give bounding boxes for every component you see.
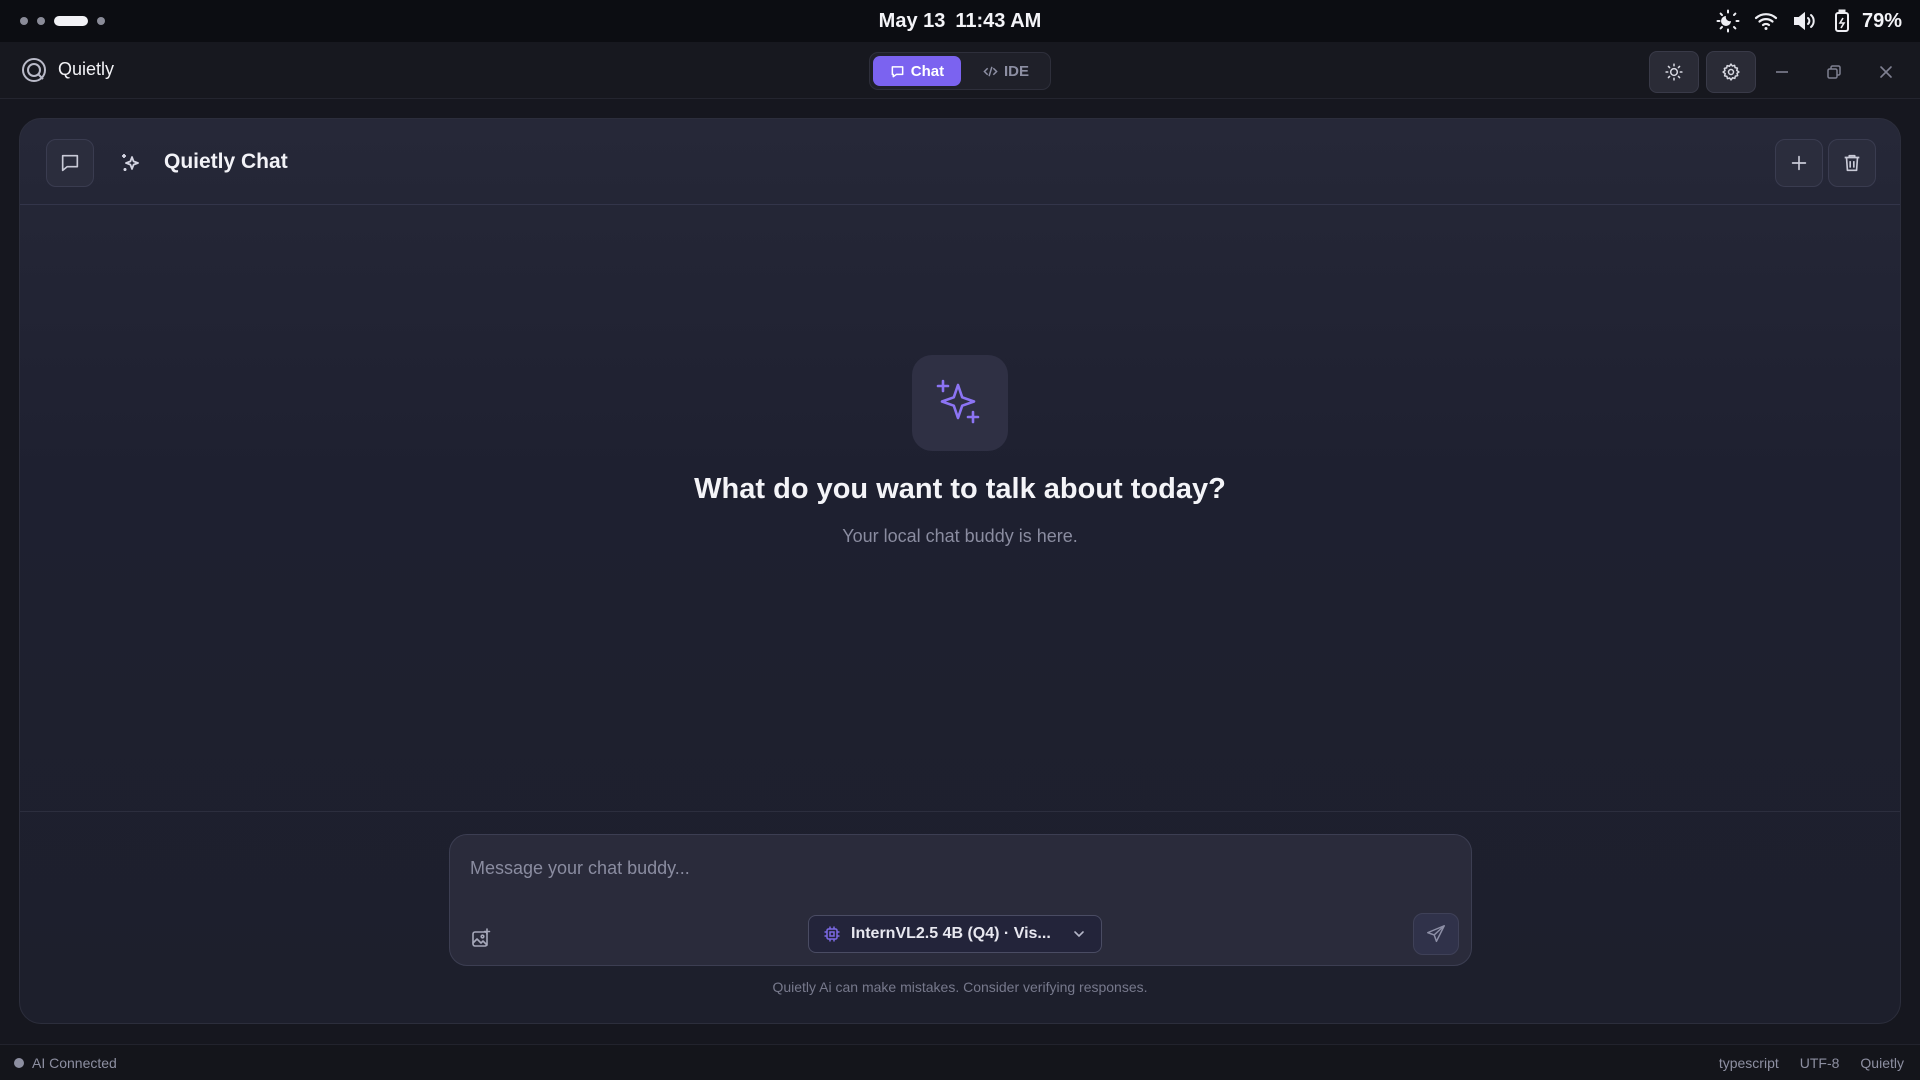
attach-image-icon[interactable] — [470, 927, 492, 949]
theme-toggle-button[interactable] — [1649, 51, 1699, 93]
workspace-dot[interactable] — [97, 17, 105, 25]
app-indicator: Quietly — [1860, 1054, 1904, 1071]
empty-state: What do you want to talk about today? Yo… — [20, 355, 1900, 547]
workspace-indicator[interactable] — [20, 0, 105, 42]
workspace-active[interactable] — [54, 16, 88, 26]
close-icon — [1880, 66, 1892, 78]
cpu-icon — [824, 926, 840, 942]
workspace-dot[interactable] — [37, 17, 45, 25]
app-title-bar: Quietly Chat IDE — [0, 42, 1920, 99]
minimize-button[interactable] — [1762, 51, 1802, 93]
connection-status: AI Connected — [14, 1055, 117, 1071]
tab-ide-label: IDE — [1003, 62, 1029, 80]
mode-toggle: Chat IDE — [869, 52, 1051, 90]
battery-icon[interactable] — [1830, 9, 1854, 33]
empty-state-subtitle: Your local chat buddy is here. — [842, 526, 1078, 546]
delete-chat-button[interactable] — [1828, 139, 1876, 187]
connection-label: AI Connected — [32, 1054, 117, 1071]
sun-icon — [1665, 63, 1683, 81]
workspace-dot[interactable] — [20, 17, 28, 25]
os-time[interactable]: 11:43 AM — [955, 10, 1041, 33]
os-date[interactable]: May 13 — [879, 10, 946, 33]
status-dot — [14, 1057, 24, 1068]
status-bar: AI Connected typescript UTF-8 Quietly — [0, 1044, 1920, 1080]
conversations-button[interactable] — [46, 139, 94, 187]
model-selector[interactable]: InternVL2.5 4B (Q4) · Vis... — [808, 915, 1102, 953]
tab-chat[interactable]: Chat — [873, 56, 961, 86]
divider — [20, 811, 1900, 812]
message-square-icon — [61, 154, 79, 172]
minimize-icon — [1776, 71, 1788, 73]
night-light-icon[interactable] — [1716, 9, 1740, 33]
chat-panel: Quietly Chat What do you want to talk ab… — [19, 118, 1901, 1024]
status-right: typescript UTF-8 Quietly — [1719, 1055, 1904, 1071]
chat-header: Quietly Chat — [20, 119, 1900, 205]
chat-icon — [891, 65, 904, 77]
system-tray: 79% — [1716, 0, 1902, 42]
disclaimer-text: Quietly Ai can make mistakes. Consider v… — [772, 979, 1148, 995]
tab-ide[interactable]: IDE — [965, 56, 1047, 86]
send-button[interactable] — [1413, 913, 1459, 955]
chevron-down-icon — [1074, 931, 1084, 938]
encoding-indicator[interactable]: UTF-8 — [1800, 1055, 1840, 1071]
wifi-icon[interactable] — [1754, 9, 1778, 33]
app-logo-icon — [21, 57, 47, 83]
message-composer: InternVL2.5 4B (Q4) · Vis... — [449, 834, 1472, 966]
empty-state-title: What do you want to talk about today? — [694, 473, 1226, 505]
settings-button[interactable] — [1706, 51, 1756, 93]
message-input[interactable] — [470, 853, 1370, 883]
chat-title: Quietly Chat — [164, 150, 288, 173]
code-icon — [983, 66, 998, 76]
close-button[interactable] — [1866, 51, 1906, 93]
battery-percentage: 79% — [1861, 9, 1902, 32]
os-top-bar: May 13 11:43 AM 79% — [0, 0, 1920, 42]
trash-icon — [1844, 154, 1860, 172]
restore-icon — [1827, 65, 1841, 79]
plus-icon — [1791, 155, 1807, 171]
language-indicator[interactable]: typescript — [1719, 1055, 1779, 1071]
model-selector-label: InternVL2.5 4B (Q4) · Vis... — [851, 925, 1051, 942]
tab-chat-label: Chat — [910, 62, 945, 80]
new-chat-button[interactable] — [1775, 139, 1823, 187]
volume-icon[interactable] — [1792, 9, 1816, 33]
sparkles-icon — [119, 151, 143, 175]
os-clock: May 13 11:43 AM — [0, 0, 1920, 42]
sparkles-icon — [912, 355, 1008, 451]
maximize-button[interactable] — [1814, 51, 1854, 93]
send-icon — [1427, 925, 1445, 943]
gear-icon — [1722, 63, 1740, 81]
app-name: Quietly — [58, 59, 115, 79]
